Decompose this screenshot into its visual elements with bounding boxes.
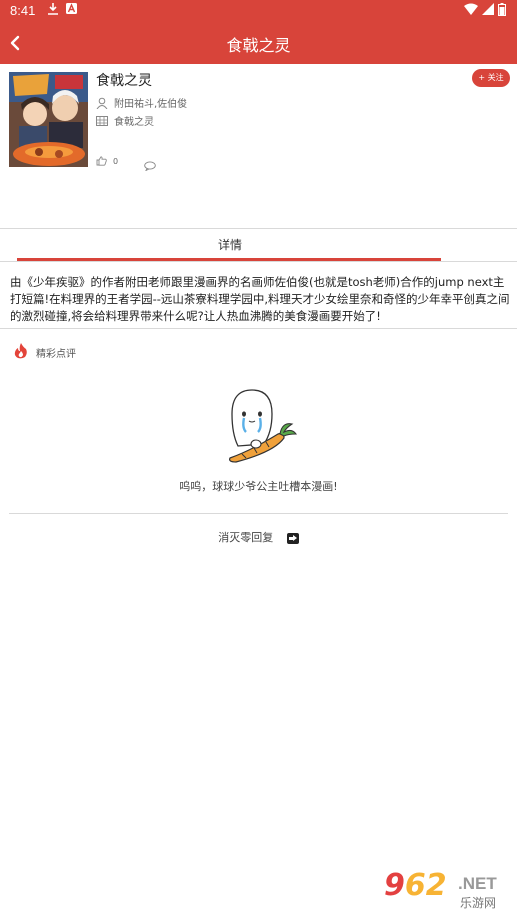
wifi-icon (464, 3, 478, 18)
divider (0, 328, 517, 329)
category-row: 食戟之灵 (96, 113, 154, 128)
status-time: 8:41 (10, 3, 36, 18)
fire-icon (14, 343, 28, 363)
download-icon (48, 3, 58, 18)
tab-details[interactable]: 详情 (0, 236, 460, 253)
user-icon (96, 97, 108, 109)
comment-button[interactable] (144, 156, 156, 175)
divider (0, 261, 517, 262)
author-row: 附田祐斗,佐伯俊 (96, 95, 187, 110)
reply-label: 消灭零回复 (218, 531, 274, 544)
status-bar: 8:41 (0, 0, 517, 22)
watermark-logo: 962 .NET 乐游网 (384, 868, 497, 910)
crying-mascot-illustration (222, 388, 298, 470)
comic-authors: 附田祐斗,佐伯俊 (114, 99, 188, 110)
divider (9, 513, 508, 514)
page-title: 食戟之灵 (226, 36, 291, 55)
app-bar: 食戟之灵 (0, 22, 517, 64)
cell-signal-icon (482, 3, 494, 18)
comic-description: 由《少年疾驱》的作者附田老师跟里漫画界的名画师佐伯俊(也就是tosh老师)合作的… (10, 275, 510, 323)
like-count: 0 (113, 156, 119, 166)
comic-title: 食戟之灵 (96, 73, 152, 89)
divider (0, 228, 517, 229)
follow-button[interactable]: + 关注 (472, 69, 510, 87)
thumbs-up-icon (96, 156, 107, 166)
empty-comments-message: 呜呜，球球少爷公主吐槽本漫画! (179, 480, 338, 493)
grid-icon (96, 115, 108, 126)
comic-category: 食戟之灵 (114, 117, 154, 128)
speech-bubble-icon (144, 161, 156, 172)
section-title-comments: 精彩点评 (36, 349, 76, 360)
like-button[interactable]: 0 (96, 156, 118, 166)
app-notification-icon (66, 3, 77, 17)
battery-icon (498, 3, 506, 19)
arrow-right-box-icon (286, 532, 299, 544)
comic-cover-image[interactable] (9, 72, 88, 167)
reply-button[interactable]: 消灭零回复 (0, 529, 517, 545)
